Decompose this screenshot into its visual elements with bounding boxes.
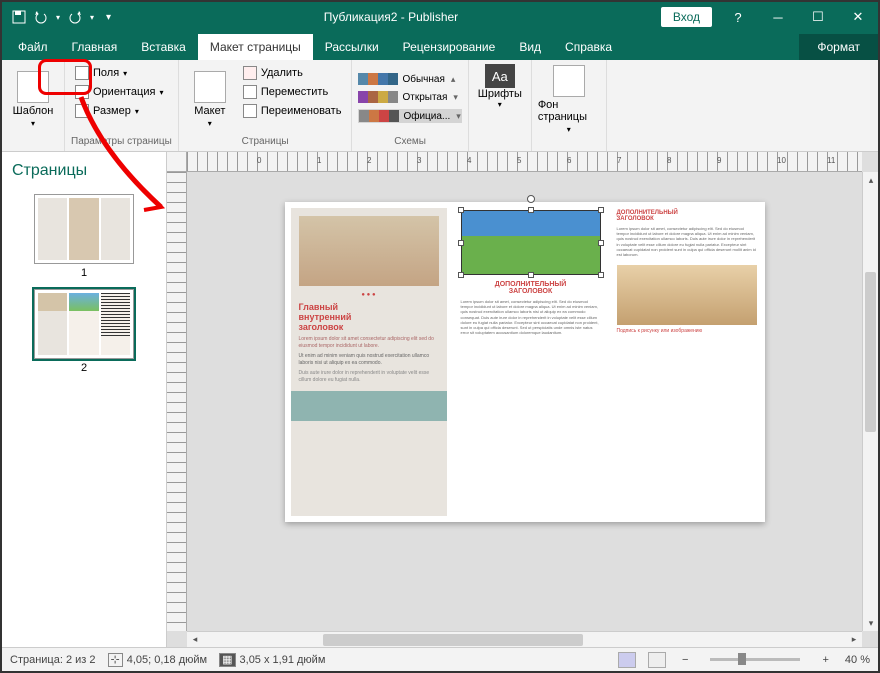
resize-handle-w[interactable] [458,240,464,246]
status-position: ⊹4,05; 0,18 дюйм [108,653,208,666]
page-bg-icon [553,65,585,97]
scroll-thumb-v[interactable] [865,272,876,432]
tab-help[interactable]: Справка [553,34,624,60]
status-object-size: ▦3,05 x 1,91 дюйм [219,653,325,666]
delete-page-button[interactable]: Удалить [239,64,346,82]
undo-dropdown-icon[interactable]: ▾ [56,13,60,22]
tab-home[interactable]: Главная [60,34,130,60]
pages-panel: Страницы 1 2 [2,152,167,647]
zoom-level[interactable]: 40 % [845,654,870,666]
template-label: Шаблон [13,105,54,117]
ribbon-tabs: Файл Главная Вставка Макет страницы Расс… [2,32,878,60]
rename-icon [243,104,257,118]
zoom-in-button[interactable]: + [818,654,832,666]
margins-icon [75,66,89,80]
scheme-up-icon[interactable]: ▴ [451,74,456,85]
scheme-official[interactable]: Официа...▾ [358,109,461,123]
pages-panel-title: Страницы [8,158,160,184]
scheme-down-icon[interactable]: ▾ [453,92,458,103]
scheme-open[interactable]: Открытая▾ [358,91,461,103]
qat-customize-icon[interactable]: ▾ [106,12,111,23]
view-single-button[interactable] [618,652,636,668]
signin-button[interactable]: Вход [661,7,712,27]
publication-page[interactable]: ● ● ● Главный внутренний заголовок Lorem… [285,202,765,522]
window-title: Публикация2 - Publisher [121,10,661,24]
save-icon[interactable] [12,10,26,24]
redo-icon[interactable] [68,10,82,24]
scheme-normal[interactable]: Обычная▴ [358,73,461,85]
fonts-icon: Aa [485,64,515,88]
size-button[interactable]: Размер▾ [71,102,167,120]
minimize-icon[interactable]: ─ [758,2,798,32]
view-spread-button[interactable] [648,652,666,668]
pages-group-label: Страницы [185,134,346,149]
page-bg-button[interactable]: Фон страницы ▾ [538,64,600,134]
tab-insert[interactable]: Вставка [129,34,198,60]
ribbon: Шаблон ▾ Поля▾ Ориентация▾ Размер▾ Парам… [2,60,878,152]
schemes-group-label[interactable]: Схемы [358,134,461,149]
page-thumb-2[interactable]: 2 [8,289,160,374]
scheme-more-icon[interactable]: ▾ [456,111,461,122]
undo-icon[interactable] [34,10,48,24]
scroll-thumb-h[interactable] [323,634,583,646]
redo-dropdown-icon[interactable]: ▾ [90,13,94,22]
layout-icon [194,71,226,103]
rotate-handle[interactable] [527,195,535,203]
rename-page-button[interactable]: Переименовать [239,102,346,120]
tab-page-design[interactable]: Макет страницы [198,34,313,60]
move-icon [243,85,257,99]
panel3-image[interactable] [617,265,757,325]
move-page-button[interactable]: Переместить [239,83,346,101]
chevron-down-icon: ▾ [31,119,35,128]
help-icon[interactable]: ? [718,2,758,32]
size-icon [75,104,89,118]
canvas[interactable]: 01234567891011 ● ● ● Главный внутренний … [167,152,878,647]
resize-handle-n[interactable] [528,207,534,213]
statusbar: Страница: 2 из 2 ⊹4,05; 0,18 дюйм ▦3,05 … [2,647,878,671]
panel1-image[interactable] [299,216,439,286]
template-button[interactable]: Шаблон ▾ [8,64,58,134]
zoom-thumb[interactable] [738,653,746,665]
tab-format[interactable]: Формат [799,34,878,60]
selected-image[interactable] [461,210,601,275]
close-icon[interactable]: ✕ [838,2,878,32]
template-icon [17,71,49,103]
titlebar: ▾ ▾ ▾ Публикация2 - Publisher Вход ? ─ ☐… [2,2,878,32]
tab-file[interactable]: Файл [6,34,60,60]
scroll-left-icon[interactable]: ◂ [187,632,203,648]
delete-icon [243,66,257,80]
resize-handle-s[interactable] [528,272,534,278]
resize-handle-se[interactable] [598,272,604,278]
resize-handle-nw[interactable] [458,207,464,213]
ruler-vertical [167,172,187,631]
scroll-right-icon[interactable]: ▸ [846,632,862,648]
resize-handle-ne[interactable] [598,207,604,213]
layout-button[interactable]: Макет ▾ [185,64,235,134]
scrollbar-horizontal[interactable]: ◂ ▸ [187,631,862,647]
ruler-horizontal: 01234567891011 [187,152,862,172]
page-thumb-1[interactable]: 1 [8,194,160,279]
page-setup-group-label[interactable]: Параметры страницы [71,134,172,149]
zoom-out-button[interactable]: − [678,654,692,666]
scroll-down-icon[interactable]: ▾ [863,615,878,631]
status-page[interactable]: Страница: 2 из 2 [10,654,96,666]
orientation-button[interactable]: Ориентация▾ [71,83,167,101]
fonts-button[interactable]: Aa Шрифты ▾ [475,64,525,134]
tab-view[interactable]: Вид [507,34,553,60]
margins-button[interactable]: Поля▾ [71,64,167,82]
scroll-up-icon[interactable]: ▴ [863,172,878,188]
maximize-icon[interactable]: ☐ [798,2,838,32]
orientation-icon [75,85,89,99]
resize-handle-e[interactable] [598,240,604,246]
resize-handle-sw[interactable] [458,272,464,278]
tab-review[interactable]: Рецензирование [391,34,508,60]
zoom-slider[interactable] [710,658,800,661]
ruler-corner [167,152,187,172]
tab-mailings[interactable]: Рассылки [313,34,391,60]
scrollbar-vertical[interactable]: ▴ ▾ [862,172,878,631]
